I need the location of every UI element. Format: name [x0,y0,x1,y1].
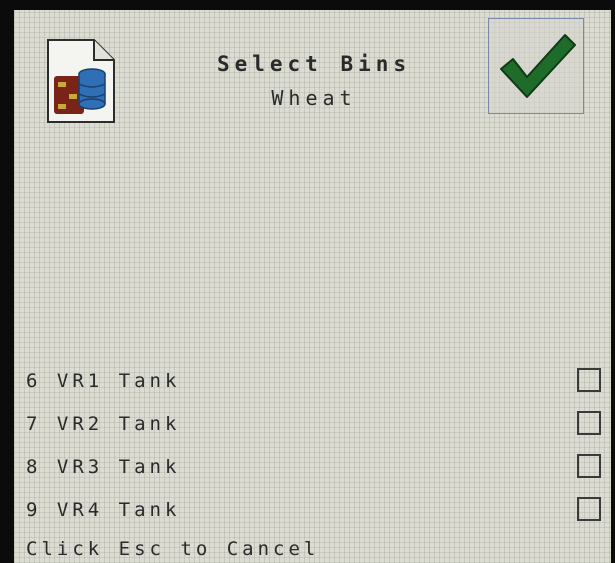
crop-name: Wheat [271,86,357,110]
bin-checkbox[interactable] [577,497,601,521]
display-screen: Select Bins Wheat 6 VR1 Tank 7 VR2 Tank … [14,10,611,563]
confirm-button[interactable] [488,18,584,114]
page-title: Select Bins [216,52,412,76]
bin-checkbox[interactable] [577,411,601,435]
bin-label: 6 VR1 Tank [26,370,181,392]
bin-label: 8 VR3 Tank [26,456,181,478]
bin-file-button[interactable] [44,36,120,126]
bin-row[interactable]: 9 VR4 Tank [14,491,611,534]
bin-checkbox[interactable] [577,454,601,478]
file-bins-icon [47,39,115,123]
cancel-hint: Click Esc to Cancel [26,538,320,560]
bin-list: 6 VR1 Tank 7 VR2 Tank 8 VR3 Tank 9 VR4 T… [14,362,611,534]
bin-checkbox[interactable] [577,368,601,392]
bin-row[interactable]: 7 VR2 Tank [14,405,611,448]
bin-row[interactable]: 6 VR1 Tank [14,362,611,405]
bin-row[interactable]: 8 VR3 Tank [14,448,611,491]
checkmark-icon [500,34,576,98]
bin-label: 7 VR2 Tank [26,413,181,435]
bin-label: 9 VR4 Tank [26,499,181,521]
